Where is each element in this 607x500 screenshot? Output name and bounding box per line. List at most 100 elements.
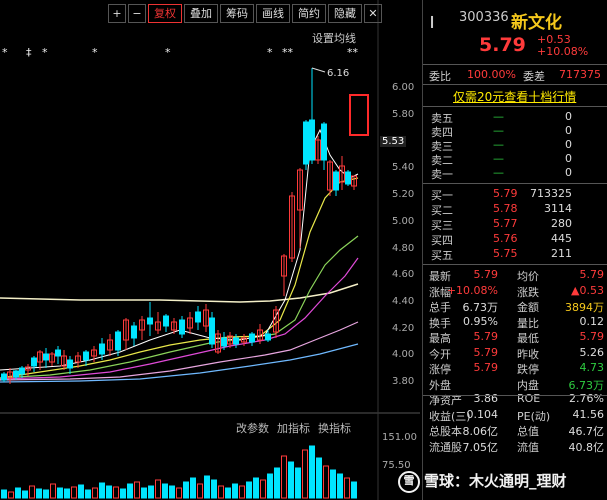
volume-bar xyxy=(225,487,231,499)
candle-body xyxy=(249,333,255,343)
order-row: 买三 5.77 280 xyxy=(431,217,572,232)
volume-bar xyxy=(246,481,252,499)
order-row: 买二 5.78 3114 xyxy=(431,202,572,217)
stat-label: ROE xyxy=(517,392,541,405)
volume-bar xyxy=(288,461,294,499)
price-tick: 5.80 xyxy=(392,109,415,120)
volume-bar xyxy=(197,483,203,499)
ten-level-link[interactable]: 仅需20元查看十档行情 xyxy=(453,88,576,105)
price-tick: 5.40 xyxy=(392,162,415,173)
overlay-button[interactable]: 叠加 xyxy=(184,3,218,23)
stat-row: 今开 5.79 昨收 5.26 xyxy=(423,346,607,361)
price-tick: 3.80 xyxy=(392,376,415,387)
event-marker[interactable]: * xyxy=(42,46,48,59)
zoom-in-button[interactable]: + xyxy=(108,3,126,23)
switch-indicator-button[interactable]: 换指标 xyxy=(318,420,351,436)
stat-row: 涨停 5.79 跌停 4.73 xyxy=(423,361,607,376)
edit-params-button[interactable]: 改参数 xyxy=(236,420,269,436)
event-marker[interactable]: * xyxy=(2,46,8,59)
candle-body xyxy=(221,337,227,347)
volume-bar xyxy=(50,483,56,499)
price-axis: 6.00 5.80 5.53 5.40 5.20 5.00 4.80 4.60 … xyxy=(378,60,420,400)
stat-value: 5.79 xyxy=(579,330,605,343)
stat-label: 今开 xyxy=(429,347,451,361)
candle-body xyxy=(115,331,121,351)
stat-row: 总手 6.73万 金额 3894万 xyxy=(423,299,607,314)
volume-bar xyxy=(211,479,217,499)
volume-bar xyxy=(99,482,105,499)
candle-body xyxy=(321,123,327,161)
hide-button[interactable]: 隐藏 xyxy=(328,3,362,23)
current-price-tag: 5.53 xyxy=(380,136,407,147)
volume-bar xyxy=(57,487,63,499)
volume-bar xyxy=(183,481,189,499)
stat-value: 40.8亿 xyxy=(568,440,605,454)
stat-value: 4.73 xyxy=(579,361,605,374)
candle-body xyxy=(1,373,7,381)
volume-bar xyxy=(106,485,112,499)
order-row: 卖三 —0 xyxy=(431,138,572,153)
stat-value: 41.56 xyxy=(572,407,605,421)
order-row: 卖五 —0 xyxy=(431,110,572,125)
adjust-rights-button[interactable]: 复权 xyxy=(148,3,182,23)
stock-change: +0.53 +10.08% xyxy=(537,34,588,58)
event-marker[interactable]: * xyxy=(267,46,273,59)
order-row: 买四 5.76 445 xyxy=(431,232,572,247)
add-indicator-button[interactable]: 加指标 xyxy=(277,420,310,436)
stat-value: 2.76% xyxy=(569,392,604,405)
candle-body xyxy=(179,319,185,335)
simple-button[interactable]: 简约 xyxy=(292,3,326,23)
candle-body xyxy=(209,317,215,345)
draw-line-button[interactable]: 画线 xyxy=(256,3,290,23)
stat-row: 外盘 内盘 6.73万 xyxy=(423,377,607,392)
ma-settings-link[interactable]: 设置均线 xyxy=(312,30,356,46)
order-row: 卖四 —0 xyxy=(431,124,572,139)
stat-label: PE(动) xyxy=(517,409,551,423)
divider xyxy=(423,84,607,85)
volume-bar xyxy=(134,481,140,499)
stat-label: 最新 xyxy=(429,270,451,283)
stat-label: 均价 xyxy=(517,270,539,283)
close-icon[interactable]: ✕ xyxy=(364,3,382,23)
volume-bar xyxy=(92,487,98,499)
zoom-out-button[interactable]: − xyxy=(128,3,146,23)
event-marker[interactable]: ‡ xyxy=(26,46,32,59)
volume-bar xyxy=(8,491,14,499)
candle-body xyxy=(195,311,201,323)
candle-body xyxy=(303,121,309,165)
peak-label: 6.16 xyxy=(327,68,349,79)
candle-body xyxy=(233,337,239,345)
back-arrow-icon[interactable]: ❙ xyxy=(427,14,437,28)
volume-bar xyxy=(344,477,350,499)
kline-chart-area[interactable]: 6.16 + − 复权 叠加 筹码 画线 简约 隐藏 ✕ 设置均线 * ‡ * … xyxy=(0,0,420,500)
chips-button[interactable]: 筹码 xyxy=(220,3,254,23)
stat-label: 最高 xyxy=(429,332,451,345)
volume-bar xyxy=(120,488,126,499)
stat-label: 收益(三) xyxy=(429,409,471,423)
stat-label: 最低 xyxy=(517,332,539,345)
event-marker[interactable]: ** xyxy=(347,46,358,59)
volume-bar xyxy=(71,486,77,499)
ratio-value: 100.00% xyxy=(467,68,516,81)
ma-line-magenta xyxy=(0,257,359,380)
event-marker[interactable]: * xyxy=(165,46,171,59)
ratio-label: 委比 xyxy=(429,70,451,83)
candle-body xyxy=(83,351,89,361)
stat-value: 0.104 xyxy=(466,407,499,421)
price-tick: 4.00 xyxy=(392,349,415,360)
stat-value: 5.79 xyxy=(473,268,499,281)
stat-row: 最高 5.79 最低 5.79 xyxy=(423,330,607,345)
stock-header: ❙ 300336 新文化 5.79 +0.53 +10.08% xyxy=(423,6,607,58)
chart-toolbar: + − 复权 叠加 筹码 画线 简约 隐藏 ✕ xyxy=(108,3,382,23)
stat-row: 流通股 7.05亿 流值 40.8亿 xyxy=(423,439,607,454)
event-marker[interactable]: ** xyxy=(282,46,293,59)
order-row: 买一 5.79 713325 xyxy=(431,187,572,202)
stock-code: 300336 xyxy=(459,10,509,25)
price-tick: 4.20 xyxy=(392,323,415,334)
stat-value: 5.79 xyxy=(473,345,499,359)
event-marker[interactable]: * xyxy=(92,46,98,59)
price-tick: 4.60 xyxy=(392,269,415,280)
xueqiu-logo-icon: 雪 xyxy=(398,470,420,493)
candle-body xyxy=(13,370,19,378)
ma-line-long xyxy=(0,283,359,303)
